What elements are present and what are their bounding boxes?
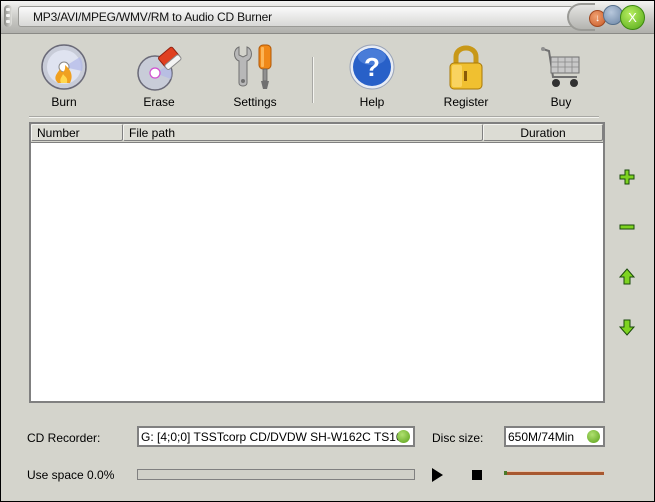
toolbar-separator [312,57,314,103]
chevron-down-icon[interactable] [587,430,600,443]
move-up-button[interactable] [617,267,637,287]
remove-file-button[interactable] [617,217,637,237]
help-button[interactable]: ? Help [332,43,412,111]
use-space-label: Use space 0.0% [27,468,115,482]
register-button[interactable]: Register [426,43,506,111]
settings-tools-icon [234,44,272,89]
burn-cd-icon [41,44,87,90]
column-duration[interactable]: Duration [483,124,603,141]
burn-label: Burn [51,95,77,109]
chevron-down-icon[interactable] [397,430,410,443]
settings-button[interactable]: Settings [215,43,295,111]
disc-size-value: 650M/74Min [508,430,575,444]
client-area: Burn Erase Settings ? Help Register Buy … [5,35,650,497]
volume-slider-handle[interactable] [504,471,507,475]
cd-recorder-label: CD Recorder: [27,431,101,445]
help-label: Help [359,95,385,109]
title-field: MP3/AVI/MPEG/WMV/RM to Audio CD Burner [18,6,573,27]
add-file-button[interactable] [617,167,637,187]
shopping-cart-icon [541,47,580,87]
help-question-icon: ? [349,44,395,90]
volume-slider[interactable] [504,471,604,476]
erase-cd-icon [137,46,182,91]
register-label: Register [443,95,489,109]
use-space-progress-bar [137,469,415,480]
settings-label: Settings [233,95,277,109]
close-button[interactable]: X [620,5,645,30]
app-window: MP3/AVI/MPEG/WMV/RM to Audio CD Burner ↓… [0,0,655,502]
stop-button[interactable] [472,470,482,480]
column-file-path[interactable]: File path [123,124,483,141]
padlock-icon [449,45,483,90]
svg-text:?: ? [364,52,380,82]
title-bar[interactable]: MP3/AVI/MPEG/WMV/RM to Audio CD Burner ↓… [1,1,654,34]
erase-button[interactable]: Erase [119,43,199,111]
play-button[interactable] [432,468,443,482]
column-number[interactable]: Number [31,124,123,141]
buy-label: Buy [550,95,572,109]
move-down-button[interactable] [617,317,637,337]
disc-size-select[interactable]: 650M/74Min [504,426,605,447]
window-title: MP3/AVI/MPEG/WMV/RM to Audio CD Burner [33,10,272,24]
file-list-header: Number File path Duration [31,124,603,143]
buy-button[interactable]: Buy [521,43,601,111]
volume-track [507,472,604,475]
cd-recorder-value: G: [4;0;0] TSSTcorp CD/DVDW SH-W162C TS1… [141,430,403,444]
toolbar-divider [29,116,599,118]
disc-size-label: Disc size: [432,431,484,445]
window-menu-grip[interactable] [4,5,12,27]
minimize-icon: ↓ [595,13,600,24]
cd-recorder-select[interactable]: G: [4;0;0] TSSTcorp CD/DVDW SH-W162C TS1… [137,426,415,447]
erase-label: Erase [143,95,175,109]
close-icon: X [628,10,637,25]
burn-button[interactable]: Burn [24,43,104,111]
file-list[interactable]: Number File path Duration [29,122,605,403]
